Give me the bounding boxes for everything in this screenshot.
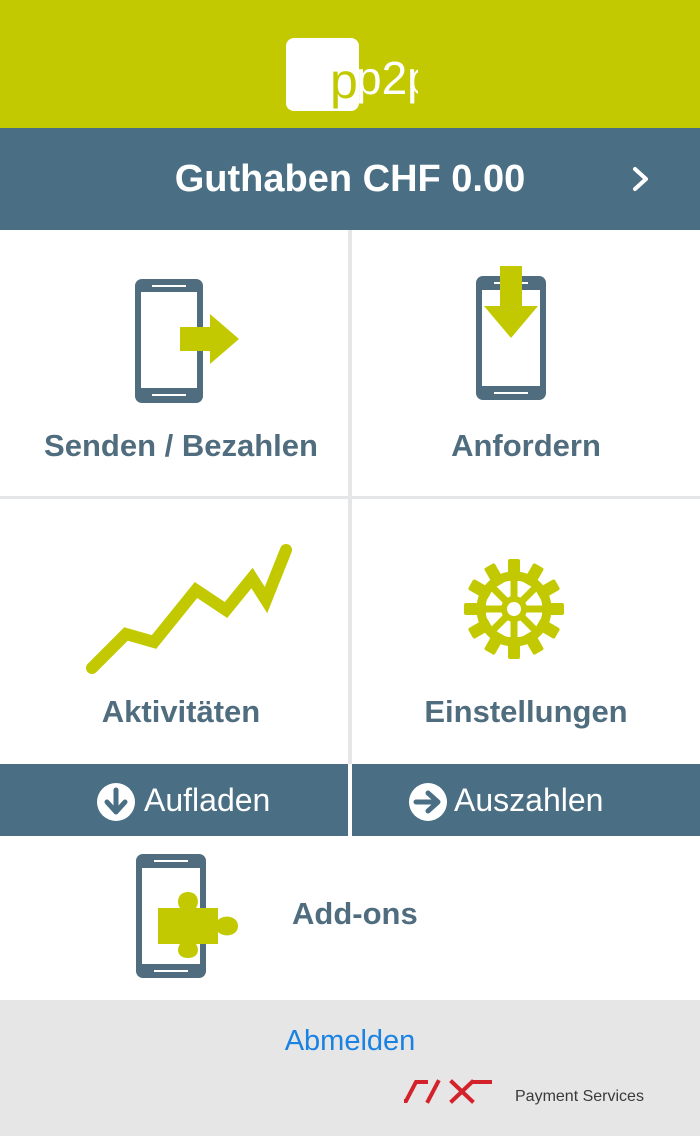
phone-request-icon (476, 266, 546, 400)
send-pay-label: Senden / Bezahlen (44, 428, 318, 463)
payment-services-label: Payment Services (515, 1088, 644, 1105)
logout-link[interactable]: Abmelden (0, 1022, 700, 1060)
request-label: Anfordern (451, 428, 601, 463)
footer (0, 1000, 700, 1136)
phone-send-icon (135, 279, 239, 403)
grid-divider-horizontal (0, 496, 700, 499)
arrow-right-circle-icon (409, 783, 447, 821)
activity-chart-icon (86, 544, 292, 674)
svg-text:p: p (330, 53, 358, 109)
p2p-logo: p p2p (286, 38, 418, 111)
gear-icon (464, 559, 564, 659)
arrow-down-circle-icon (97, 783, 135, 821)
addons-label: Add-ons (292, 896, 418, 931)
activities-label: Aktivitäten (101, 694, 261, 729)
balance-label: Guthaben CHF 0.00 (174, 158, 526, 200)
topup-button[interactable]: Aufladen (0, 764, 348, 836)
tile-send-pay[interactable]: Senden / Bezahlen (0, 230, 348, 496)
chevron-right-icon (633, 167, 648, 191)
settings-label: Einstellungen (424, 694, 628, 729)
tile-settings[interactable]: Einstellungen (352, 500, 700, 764)
six-logo (404, 1079, 492, 1104)
topup-label: Aufladen (144, 782, 271, 818)
addons-row[interactable]: Add-ons (0, 836, 700, 1000)
phone-puzzle-icon (136, 854, 238, 978)
svg-text:p2p: p2p (356, 52, 418, 104)
payout-label: Auszahlen (454, 782, 604, 818)
tile-activities[interactable]: Aktivitäten (0, 500, 348, 764)
balance-bar[interactable]: Guthaben CHF 0.00 (0, 128, 700, 230)
payout-button[interactable]: Auszahlen (352, 764, 700, 836)
app-header: p p2p (0, 0, 700, 128)
tile-request[interactable]: Anfordern (352, 230, 700, 496)
